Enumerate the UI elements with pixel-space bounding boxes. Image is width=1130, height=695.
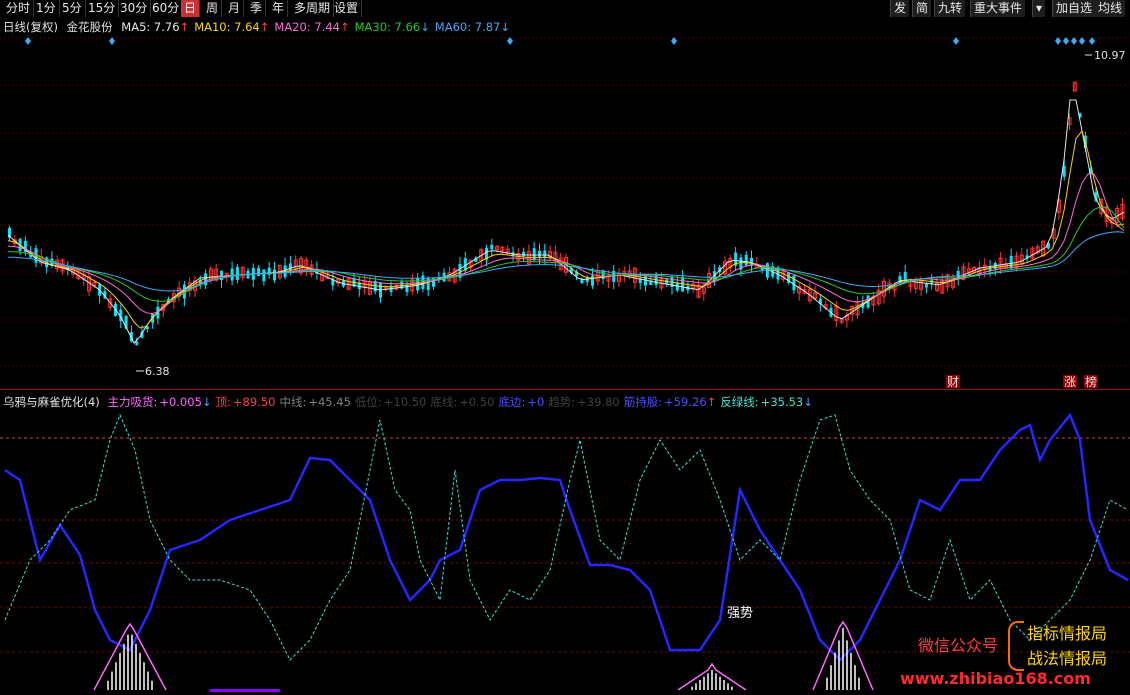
watermark-wechat: 微信公众号 [918,636,999,655]
candle-body [538,250,541,257]
signal-diamond-icon [953,37,959,45]
candle-body [204,273,208,286]
watermark-name-1: 指标情报局 [1027,624,1108,643]
indicator-item-value: +59.26 [664,395,707,409]
indicator-legend: 乌鸦与麻雀优化(4) 主力吸货: +0.005↓ 顶: +89.50 中线: +45.45… [3,394,821,410]
indicator-item-arrow: ↑ [706,395,717,409]
indicator-item-5: 底边: +0 [498,395,544,409]
candle-body [591,275,594,286]
signal-diamond-icon [1089,37,1095,45]
signal-diamond-icon [109,37,115,45]
indicator-name: 乌鸦与麻雀优化(4) [3,395,100,409]
indicator-item-1: 顶: +89.50 [216,395,276,409]
indicator-item-label: 反绿线: [720,395,759,409]
candle-body [262,269,266,282]
event-marker: 财 [947,375,959,389]
high-price-label: 10.97 [1094,49,1126,62]
strong-trend-annotation: 强势 [727,605,753,621]
watermark-site: www.zhibiao168.com [900,669,1091,688]
reverse-green-line [4,413,1129,661]
indicator-item-label: 底线: [430,395,458,409]
accumulation-bar [210,689,280,692]
candle-body [924,284,928,288]
indicator-item-value: +35.53 [760,395,804,409]
candle-body [675,282,679,291]
indicator-item-label: 主力吸货: [107,395,158,409]
indicator-item-label: 低位: [354,395,382,409]
candle-body [585,277,589,282]
indicator-item-value: +89.50 [232,395,276,409]
indicator-item-8: 反绿线: +35.53↓ [720,395,813,409]
indicator-item-4: 底线: +0.50 [430,395,494,409]
candle-body [273,269,276,281]
pane-divider[interactable] [0,389,1130,390]
indicator-item-value: +0.005 [159,395,202,409]
indicator-item-value: +0 [527,395,545,409]
signal-envelope [93,622,167,691]
indicator-item-label: 底边: [498,395,526,409]
low-price-label: 6.38 [145,365,170,378]
indicator-item-value: +45.45 [308,395,351,409]
chart-canvas[interactable]: 10.97 6.38 财 涨榜强势 [0,0,1130,695]
indicator-item-value: +39.80 [577,395,620,409]
candle-body [1009,255,1013,269]
event-marker: 涨 [1064,374,1076,389]
candle-body [522,251,526,257]
indicator-item-6: 趋势: +39.80 [548,395,619,409]
candle-body [543,250,547,258]
indicator-item-2: 中线: +45.45 [279,395,350,409]
watermark-name-2: 战法情报局 [1027,649,1108,668]
watermark-brace [1008,621,1024,671]
trend-strength-line [4,412,1129,662]
candle-body [235,266,239,280]
indicator-item-0: 主力吸货: +0.005↓ [107,395,211,409]
candle-body [135,341,139,346]
indicator-item-label: 顶: [215,395,231,409]
indicator-values: 主力吸货: +0.005↓ 顶: +89.50 中线: +45.45 低位: +10.50 底线… [107,395,816,409]
event-marker: 榜 [1085,374,1097,389]
indicator-item-label: 趋势: [548,395,576,409]
signal-diamond-icon [25,37,31,45]
candle-body [490,244,494,250]
candle-body [230,268,234,281]
moving-average-line-2 [7,173,1125,315]
candle-body [792,275,796,291]
moving-average-line-0 [7,99,1125,344]
indicator-item-label: 筋持股: [623,395,663,409]
indicator-item-arrow: ↓ [803,395,813,409]
candle-body [257,268,261,276]
indicator-item-value: +0.50 [459,395,495,409]
indicator-item-7: 筋持股: +59.26↑ [624,395,717,409]
indicator-item-label: 中线: [279,395,307,409]
indicator-item-3: 低位: +10.50 [355,395,426,409]
indicator-item-arrow: ↓ [201,395,212,409]
candle-body [744,254,748,266]
indicator-item-value: +10.50 [383,395,427,409]
